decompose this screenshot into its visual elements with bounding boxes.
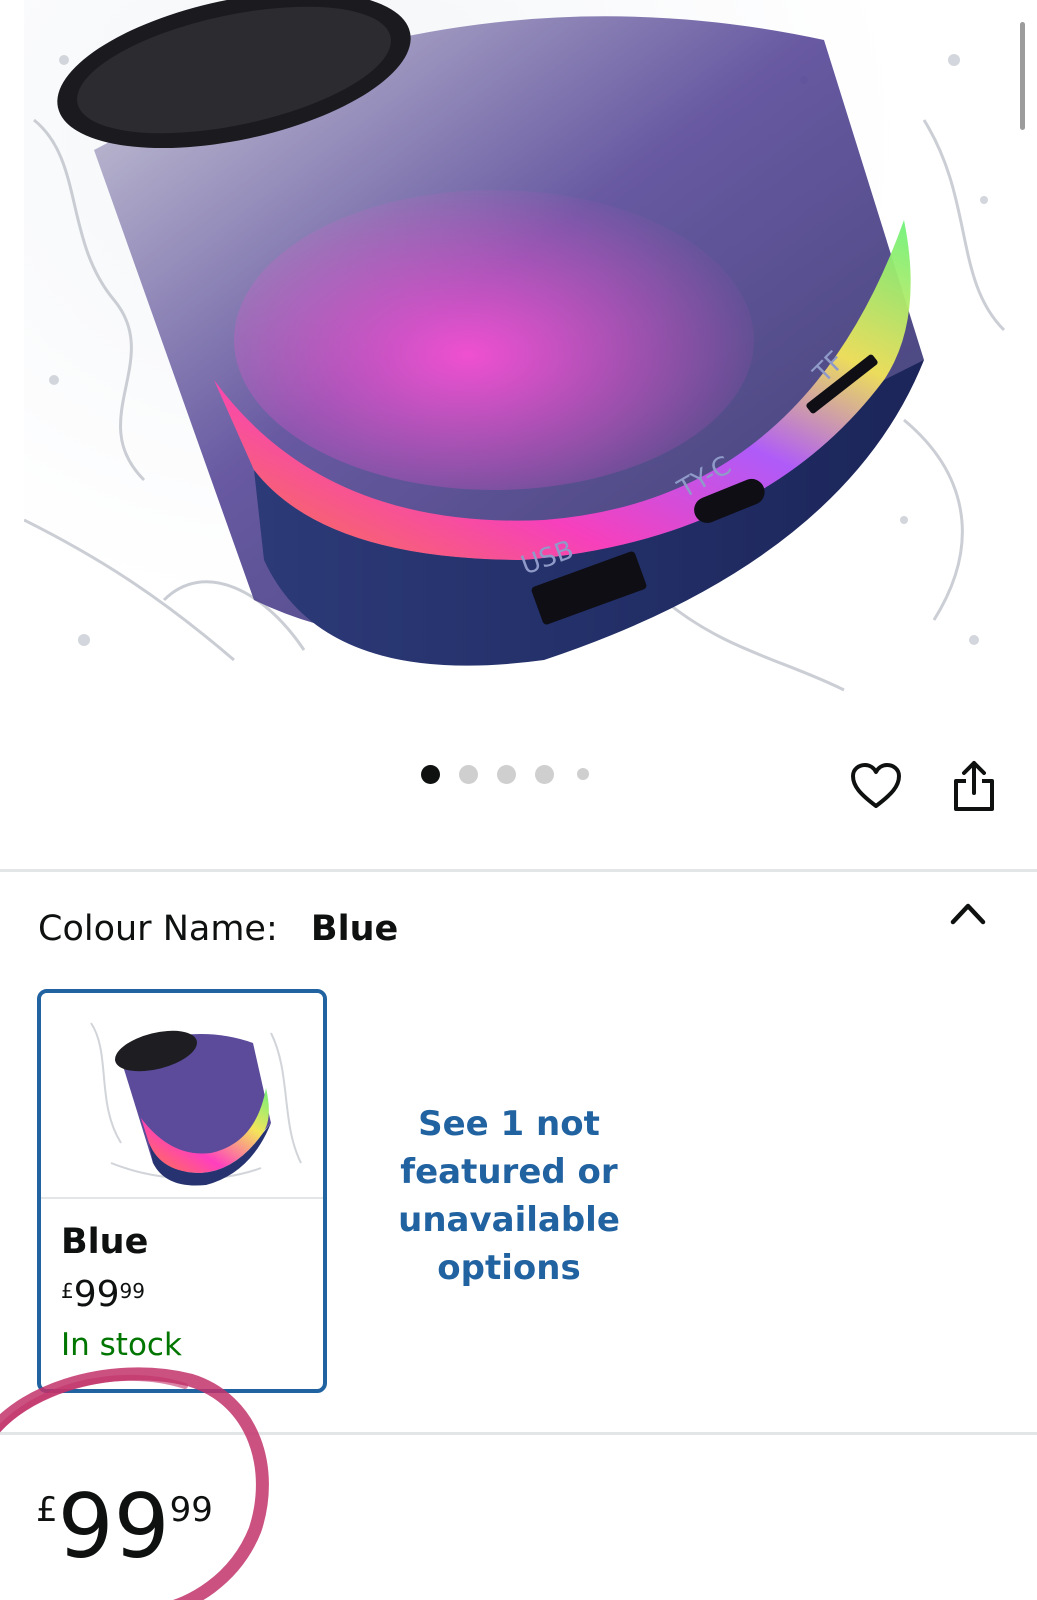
swatch-stock-status: In stock xyxy=(61,1327,182,1363)
heart-icon xyxy=(851,763,901,808)
colour-label: Colour Name: xyxy=(38,909,278,949)
price-fraction: 99 xyxy=(169,1490,213,1530)
share-icon xyxy=(954,761,994,811)
carousel-dot[interactable] xyxy=(535,765,554,784)
product-image[interactable]: USB TY-C TF xyxy=(24,0,1012,695)
swatch-price-currency: £ xyxy=(61,1279,74,1303)
carousel-dot[interactable] xyxy=(577,768,589,780)
product-price: £ 99 99 xyxy=(36,1478,213,1576)
share-button[interactable] xyxy=(946,756,1002,816)
colour-selected-value: Blue xyxy=(310,909,399,949)
price-whole: 99 xyxy=(57,1475,170,1578)
carousel-dot[interactable] xyxy=(497,765,516,784)
section-divider xyxy=(0,1432,1037,1435)
chevron-up-icon[interactable] xyxy=(950,900,986,926)
swatch-name: Blue xyxy=(61,1222,149,1262)
swatch-divider xyxy=(41,1197,323,1199)
product-page: USB TY-C TF Colour Name: Blue Blue £ 99 … xyxy=(0,0,1037,1600)
price-currency: £ xyxy=(36,1490,58,1530)
scrollbar[interactable] xyxy=(1020,22,1025,130)
carousel-dot[interactable] xyxy=(421,765,440,784)
swatch-thumbnail xyxy=(41,993,323,1197)
colour-swatch-blue[interactable]: Blue £ 99 99 In stock xyxy=(37,989,327,1393)
swatch-price: £ 99 99 xyxy=(61,1275,145,1315)
section-divider xyxy=(0,869,1037,872)
colour-name-row: Colour Name: Blue xyxy=(38,908,398,950)
swatch-price-fraction: 99 xyxy=(119,1279,145,1303)
carousel-dot[interactable] xyxy=(459,765,478,784)
see-more-options-link[interactable]: See 1 not featured or unavailable option… xyxy=(380,1100,638,1292)
swatch-price-whole: 99 xyxy=(73,1274,120,1315)
wishlist-button[interactable] xyxy=(848,758,904,814)
